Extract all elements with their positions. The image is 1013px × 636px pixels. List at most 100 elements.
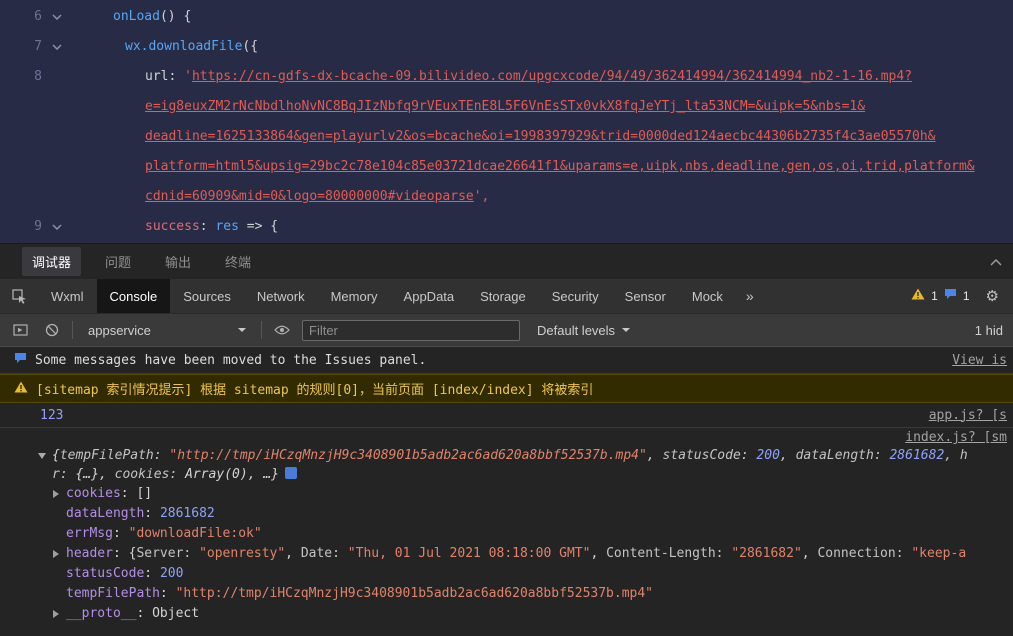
prop-sep: : <box>144 566 160 581</box>
tab-output[interactable]: 输出 <box>155 247 201 276</box>
preview-number: 2861682 <box>889 448 945 463</box>
prop-key: cookies <box>66 486 121 501</box>
expand-icon[interactable] <box>53 490 59 498</box>
code-line-8-wrap: cdnid=60909&mid=0&logo=80000000#videopar… <box>0 182 1013 212</box>
gutter: 8 <box>0 62 100 92</box>
collapse-object-icon[interactable] <box>38 453 46 459</box>
prop-sep: : <box>112 546 129 561</box>
chevron-down-icon <box>622 328 631 332</box>
separator <box>261 321 262 339</box>
code-token: ' <box>184 69 192 84</box>
tab-sensor[interactable]: Sensor <box>612 279 679 313</box>
console-filter-input[interactable] <box>302 319 520 341</box>
prop-sep: : <box>120 486 137 501</box>
clear-console-icon[interactable] <box>41 319 63 341</box>
code-token: ', <box>473 189 490 204</box>
preview-token: , h <box>944 448 968 463</box>
settings-gear-icon[interactable]: ⚙ <box>986 287 999 305</box>
object-prop-tempFilePath: tempFilePath: "http://tmp/iHCzqMnzjH9c34… <box>0 584 1013 604</box>
warning-icon[interactable] <box>911 287 925 305</box>
fold-chevron-icon[interactable] <box>42 44 72 50</box>
code-editor[interactable]: 6 onLoad() { 7 wx.downloadFile({ 8 url: … <box>0 0 1013 243</box>
prop-sep: : <box>159 586 176 601</box>
prop-key: errMsg <box>66 526 113 541</box>
preview-key: statusCode: <box>662 448 757 463</box>
line-number: 6 <box>34 9 42 24</box>
object-preview-line1[interactable]: {tempFilePath: "http://tmp/iHCzqMnzjH9c3… <box>0 446 1013 465</box>
url-string: platform=html5&upsig=29bc2c78e104c85e037… <box>145 159 975 174</box>
warning-message-text: [sitemap 索引情况提示] 根据 sitemap 的规则[0]，当前页面 … <box>36 383 594 398</box>
code-line-6: 6 onLoad() { <box>0 2 1013 32</box>
more-tabs-icon[interactable]: » <box>736 279 764 313</box>
log-badge-icon <box>285 467 298 479</box>
inspect-element-icon[interactable] <box>0 279 38 313</box>
info-message-icon <box>14 352 27 368</box>
object-prop-statusCode: statusCode: 200 <box>0 564 1013 584</box>
prop-value: 200 <box>159 566 184 581</box>
tab-console[interactable]: Console <box>96 279 171 313</box>
tab-wxml[interactable]: Wxml <box>38 279 97 313</box>
message-icon[interactable] <box>944 287 957 305</box>
prop-token: , <box>285 546 301 561</box>
prop-inner-key: Server: <box>136 546 200 561</box>
tab-storage[interactable]: Storage <box>467 279 539 313</box>
code-line-9: 9 success: res => { <box>0 212 1013 242</box>
prop-value: 2861682 <box>159 506 215 521</box>
source-link-appjs[interactable]: app.js? [s <box>929 408 1007 423</box>
preview-key: cookies: <box>114 467 186 482</box>
code-token: onLoad <box>113 9 160 24</box>
fold-chevron-icon[interactable] <box>42 14 72 20</box>
code-line-8-wrap: e=ig8euxZM2rNcNbdlhoNvNC8BqJIzNbfq9rVEux… <box>0 92 1013 122</box>
logged-number: 123 <box>40 407 64 423</box>
expand-icon[interactable] <box>53 550 59 558</box>
chevron-down-icon <box>238 328 246 332</box>
tab-mock[interactable]: Mock <box>679 279 736 313</box>
gutter: 7 <box>0 32 100 62</box>
preview-token: { <box>52 448 60 463</box>
url-string: cdnid=60909&mid=0&logo=80000000#videopar… <box>145 189 474 204</box>
log-levels-select[interactable]: Default levels <box>529 323 631 338</box>
prop-inner-key: Content-Length: <box>606 546 732 561</box>
source-link-indexjs[interactable]: index.js? [sm <box>905 430 1007 445</box>
prop-value: Object <box>152 606 200 621</box>
wechat-devtools-window: 6 onLoad() { 7 wx.downloadFile({ 8 url: … <box>0 0 1013 626</box>
view-issues-link[interactable]: View is <box>952 353 1007 368</box>
object-prop-header[interactable]: header: {Server: "openresty", Date: "Thu… <box>0 544 1013 564</box>
hidden-messages-count: 1 hid <box>974 322 1003 338</box>
tab-issues[interactable]: 问题 <box>95 247 141 276</box>
prop-inner-value: "2861682" <box>731 546 802 561</box>
object-prop-proto[interactable]: __proto__: Object <box>0 604 1013 624</box>
code-token: url: <box>145 69 185 84</box>
tab-debugger[interactable]: 调试器 <box>22 247 82 276</box>
preview-key: tempFilePath: <box>59 448 170 463</box>
warning-count: 1 <box>931 289 938 303</box>
collapse-panel-icon[interactable] <box>987 254 1005 270</box>
prop-value: [] <box>136 486 153 501</box>
console-warning-message: [sitemap 索引情况提示] 根据 sitemap 的规则[0]，当前页面 … <box>0 374 1013 403</box>
tab-memory[interactable]: Memory <box>318 279 391 313</box>
tab-security[interactable]: Security <box>539 279 612 313</box>
prop-inner-key: Date: <box>300 546 348 561</box>
code-token: : <box>199 219 216 234</box>
console-sidebar-icon[interactable] <box>10 319 32 341</box>
prop-inner-value: "Thu, 01 Jul 2021 08:18:00 GMT" <box>347 546 591 561</box>
code-line-8: 8 url: 'https://cn-gdfs-dx-bcache-09.bil… <box>0 62 1013 92</box>
tab-terminal[interactable]: 终端 <box>215 247 261 276</box>
preview-token: , …} <box>247 467 280 482</box>
code-line-8-wrap: deadline=1625133864&gen=playurlv2&os=bca… <box>0 122 1013 152</box>
preview-token: {…}, <box>75 467 115 482</box>
tab-sources[interactable]: Sources <box>170 279 244 313</box>
execution-context-select[interactable]: appservice <box>82 323 252 338</box>
prop-sep: : <box>136 606 153 621</box>
preview-token: , <box>646 448 663 463</box>
expand-icon[interactable] <box>53 610 59 618</box>
preview-number: 200 <box>756 448 780 463</box>
console-output: Some messages have been moved to the Iss… <box>0 347 1013 626</box>
object-prop-errMsg: errMsg: "downloadFile:ok" <box>0 524 1013 544</box>
eye-icon[interactable] <box>271 319 293 341</box>
gutter: 6 <box>0 2 100 32</box>
object-prop-cookies[interactable]: cookies: [] <box>0 484 1013 504</box>
tab-network[interactable]: Network <box>244 279 318 313</box>
fold-chevron-icon[interactable] <box>42 224 72 230</box>
tab-appdata[interactable]: AppData <box>391 279 468 313</box>
